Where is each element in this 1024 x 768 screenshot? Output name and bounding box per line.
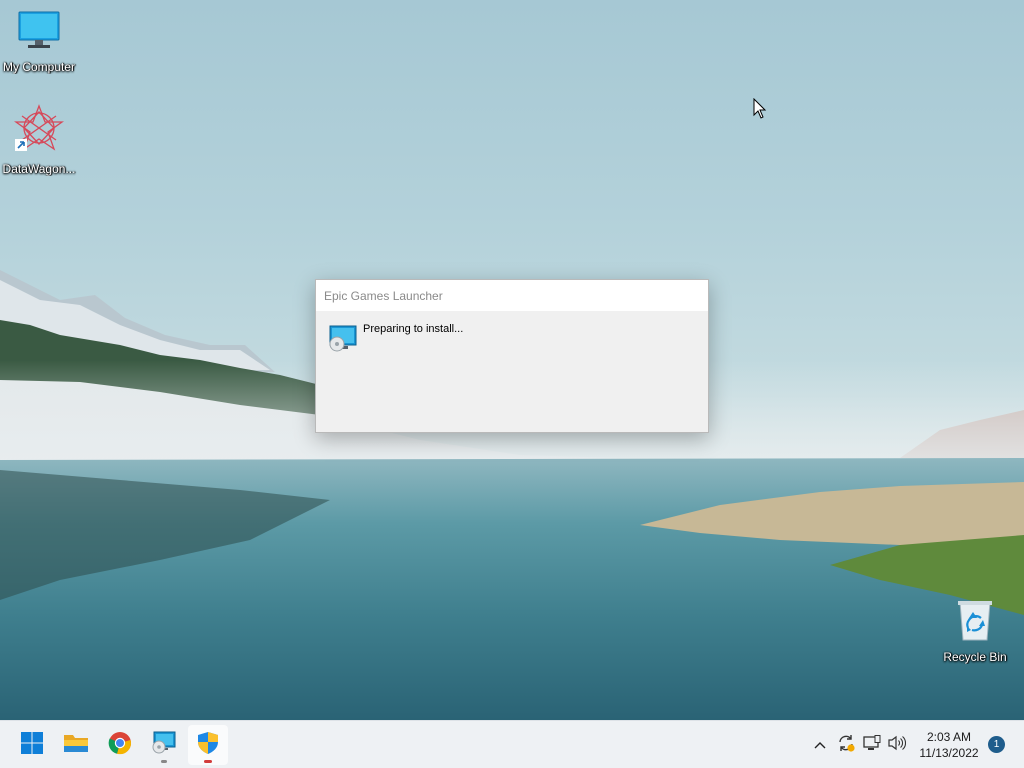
show-hidden-icons-button[interactable]	[810, 721, 830, 768]
desktop-icon-label: My Computer	[2, 60, 76, 74]
desktop-icon-my-computer[interactable]: My Computer	[0, 10, 78, 74]
taskbar-file-explorer-button[interactable]	[56, 725, 96, 765]
network-icon	[863, 734, 881, 756]
monitor-icon	[0, 10, 78, 57]
desktop-icon-recycle-bin[interactable]: Recycle Bin	[936, 598, 1014, 664]
installer-monitor-icon	[328, 325, 358, 358]
notification-badge[interactable]: 1	[988, 736, 1005, 753]
start-button[interactable]	[12, 725, 52, 765]
clock-time: 2:03 AM	[926, 730, 972, 744]
installer-icon	[151, 731, 177, 760]
dialog-title: Epic Games Launcher	[316, 280, 708, 311]
desktop-icon-label: DataWagon...	[2, 162, 76, 176]
windows-start-icon	[20, 731, 44, 760]
chevron-up-icon	[814, 736, 826, 754]
desktop-icon-datawagon[interactable]: DataWagon...	[0, 104, 78, 176]
running-indicator	[161, 760, 167, 763]
taskbar-installer-button[interactable]	[144, 725, 184, 765]
datawagon-shortcut-icon	[0, 104, 78, 159]
taskbar-chrome-button[interactable]	[100, 725, 140, 765]
attention-indicator	[204, 760, 212, 763]
tray-volume-button[interactable]	[885, 721, 909, 768]
mouse-pointer-icon	[753, 97, 767, 125]
sync-warning-icon	[837, 734, 855, 757]
recycle-bin-icon	[936, 598, 1014, 647]
epic-games-launcher-dialog[interactable]: Epic Games Launcher Preparing to install…	[315, 279, 709, 433]
taskbar: 2:03 AM 11/13/2022	[0, 720, 1024, 768]
clock-date: 11/13/2022	[919, 746, 979, 760]
tray-clock[interactable]: 2:03 AM 11/13/2022	[914, 729, 984, 761]
security-shield-icon	[197, 731, 219, 760]
tray-sync-button[interactable]	[834, 721, 858, 768]
dialog-body: Preparing to install...	[316, 311, 708, 432]
chrome-icon	[108, 731, 132, 760]
folder-icon	[63, 732, 89, 759]
dialog-message: Preparing to install...	[363, 323, 464, 335]
taskbar-security-button[interactable]	[188, 725, 228, 765]
tray-network-button[interactable]	[860, 721, 884, 768]
speaker-icon	[888, 735, 907, 756]
desktop-icon-label: Recycle Bin	[943, 650, 1007, 664]
